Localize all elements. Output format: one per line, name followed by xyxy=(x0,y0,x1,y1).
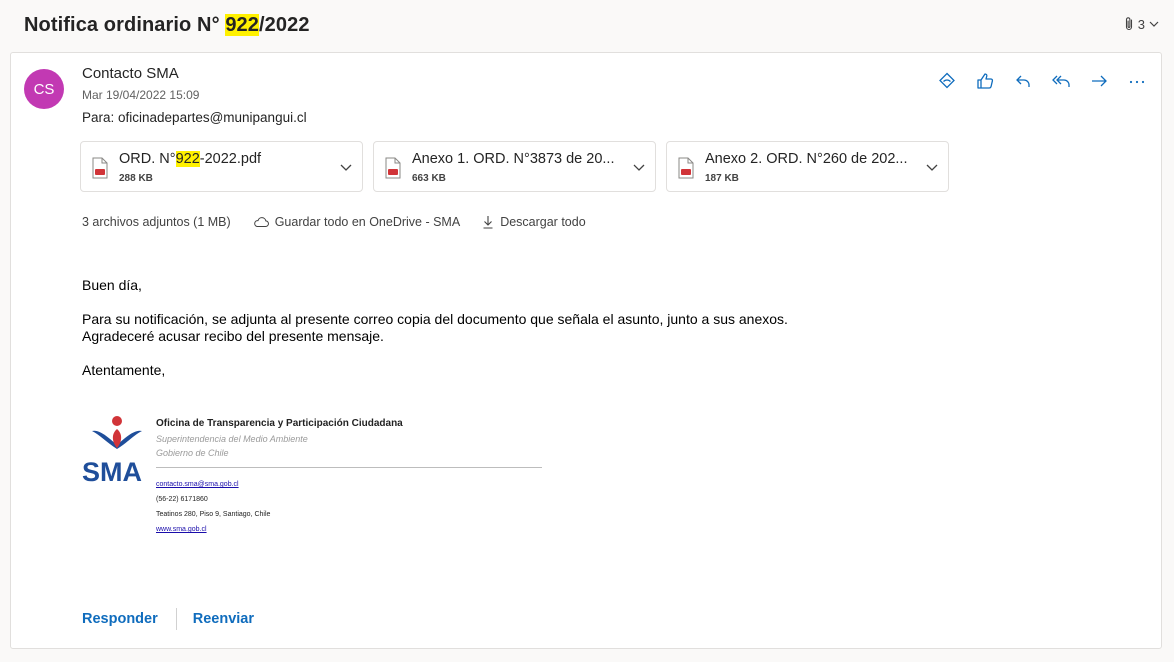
attachment-card[interactable]: Anexo 1. ORD. N°3873 de 20... 663 KB xyxy=(373,141,656,192)
email-subject: Notifica ordinario N° 922/2022 xyxy=(24,14,310,37)
subject-bar: Notifica ordinario N° 922/2022 3 xyxy=(0,0,1174,52)
reply-all-button[interactable] xyxy=(1049,69,1073,93)
sma-logo-text: SMA xyxy=(82,457,142,485)
thread-count-label: 3 xyxy=(1137,16,1145,32)
attachment-list: ORD. N°922-2022.pdf 288 KB Anexo 1. ORD.… xyxy=(80,141,949,192)
download-all-button[interactable]: Descargar todo xyxy=(482,215,586,229)
signature-address: Teatinos 280, Piso 9, Santiago, Chile xyxy=(156,511,271,518)
attachment-name-highlight: 922 xyxy=(175,151,200,167)
avatar-initials: CS xyxy=(33,80,55,98)
attachment-card[interactable]: Anexo 2. ORD. N°260 de 202... 187 KB xyxy=(666,141,949,192)
attachment-size: 663 KB xyxy=(412,173,446,184)
avatar[interactable]: CS xyxy=(24,69,64,109)
pdf-file-icon xyxy=(678,157,694,179)
signature-email-link[interactable]: contacto.sma@sma.gob.cl xyxy=(156,481,239,488)
attachment-name-suffix: -2022.pdf xyxy=(199,151,262,167)
sma-logo: SMA xyxy=(82,416,142,485)
more-actions-button[interactable] xyxy=(1125,69,1149,93)
message-date: Mar 19/04/2022 15:09 xyxy=(82,88,200,102)
thread-count-button[interactable]: 3 xyxy=(1123,16,1160,32)
attachment-size: 187 KB xyxy=(705,173,739,184)
message-actions xyxy=(935,69,1149,93)
download-icon xyxy=(483,216,493,229)
pdf-file-icon xyxy=(385,157,401,179)
attachment-name-prefix: ORD. N° xyxy=(119,151,176,167)
closing: Atentamente, xyxy=(82,362,166,378)
forward-button[interactable] xyxy=(1087,69,1111,93)
footer-divider xyxy=(175,608,177,630)
more-actions-icon xyxy=(1129,80,1145,84)
subject-text: Notifica ordinario N° xyxy=(24,14,226,36)
save-to-onedrive-button[interactable]: Guardar todo en OneDrive - SMA xyxy=(253,215,461,229)
reply-footer-button[interactable]: Responder xyxy=(82,611,158,627)
cloud-icon xyxy=(253,217,269,227)
like-icon xyxy=(977,73,994,89)
attachment-summary: 3 archivos adjuntos (1 MB) xyxy=(82,215,231,229)
chevron-down-icon[interactable] xyxy=(924,159,940,175)
sender-name[interactable]: Contacto SMA xyxy=(82,65,179,82)
immersive-reader-button[interactable] xyxy=(935,69,959,93)
subject-suffix: /2022 xyxy=(259,14,310,36)
subject-highlight: 922 xyxy=(225,14,259,36)
attachment-name: Anexo 2. ORD. N°260 de 202... xyxy=(705,151,908,167)
recipient-line: Para: oficinadepartes@munipangui.cl xyxy=(82,110,307,125)
attachment-card[interactable]: ORD. N°922-2022.pdf 288 KB xyxy=(80,141,363,192)
download-all-label: Descargar todo xyxy=(500,215,586,229)
pdf-file-icon xyxy=(92,157,108,179)
immersive-reader-icon xyxy=(939,72,955,89)
footer-actions: Responder Reenviar xyxy=(82,608,254,630)
signature-divider xyxy=(156,467,542,468)
email-signature: SMA Oficina de Transparencia y Participa… xyxy=(82,415,552,545)
like-button[interactable] xyxy=(973,69,997,93)
attachment-summary-bar: 3 archivos adjuntos (1 MB) Guardar todo … xyxy=(82,215,586,229)
signature-subtitle-2: Gobierno de Chile xyxy=(156,448,229,458)
signature-phone: (56-22) 6171860 xyxy=(156,496,208,503)
signature-subtitle-1: Superintendencia del Medio Ambiente xyxy=(156,434,308,444)
body-line-2: Agradeceré acusar recibo del presente me… xyxy=(82,328,384,344)
chevron-down-icon[interactable] xyxy=(338,159,354,175)
signature-title: Oficina de Transparencia y Participación… xyxy=(156,418,403,429)
greeting: Buen día, xyxy=(82,277,142,293)
reply-all-icon xyxy=(1052,75,1070,87)
attachment-size: 288 KB xyxy=(119,173,153,184)
chevron-down-icon xyxy=(1149,21,1159,27)
forward-footer-button[interactable]: Reenviar xyxy=(193,611,254,627)
reply-icon xyxy=(1016,75,1030,87)
message-card: CS Contacto SMA Mar 19/04/2022 15:09 Par… xyxy=(10,52,1162,649)
reply-button[interactable] xyxy=(1011,69,1035,93)
save-to-onedrive-label: Guardar todo en OneDrive - SMA xyxy=(274,215,461,229)
paperclip-icon xyxy=(1125,17,1132,31)
signature-website-link[interactable]: www.sma.gob.cl xyxy=(156,526,207,533)
body-line-1: Para su notificación, se adjunta al pres… xyxy=(82,311,788,327)
attachment-name: Anexo 1. ORD. N°3873 de 20... xyxy=(412,151,615,167)
message-body: Buen día, Para su notificación, se adjun… xyxy=(82,277,788,379)
forward-icon xyxy=(1092,75,1107,87)
chevron-down-icon[interactable] xyxy=(631,159,647,175)
attachment-name: ORD. N°922-2022.pdf xyxy=(119,151,261,167)
